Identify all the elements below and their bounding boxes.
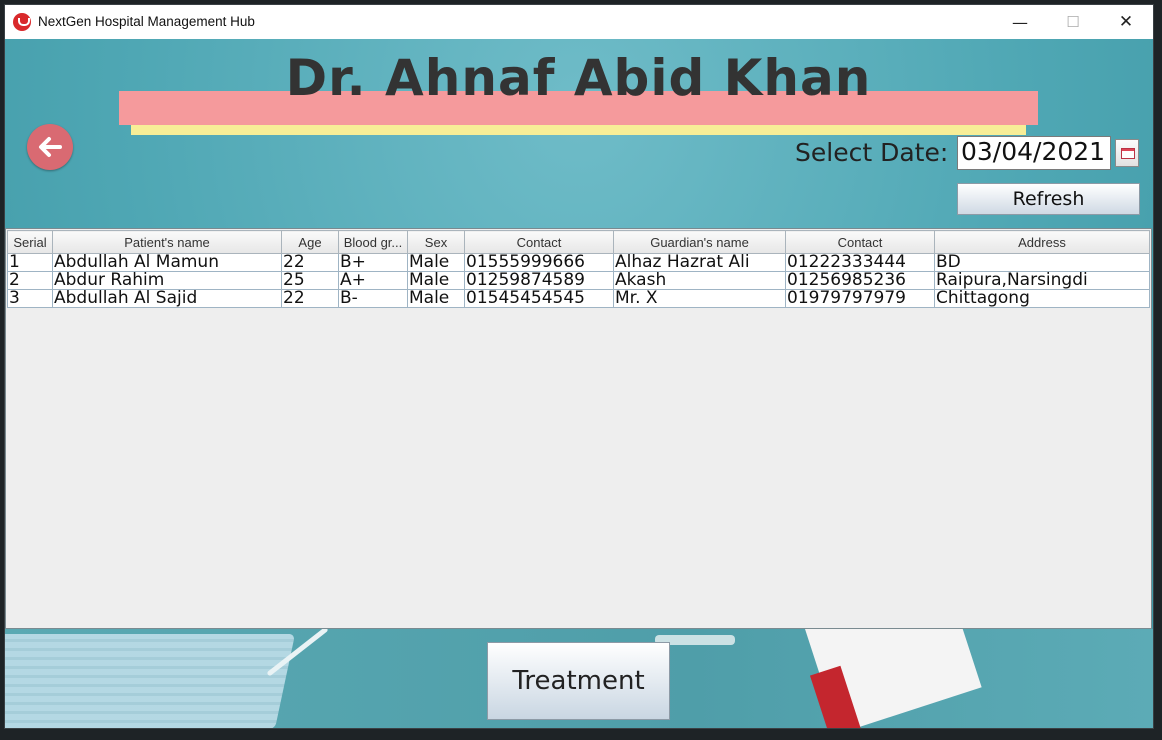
table-cell[interactable]: 25 bbox=[281, 271, 339, 290]
table-cell[interactable]: Abdullah Al Sajid bbox=[52, 289, 282, 308]
title-banner-yellow bbox=[131, 125, 1026, 135]
column-header-age[interactable]: Age bbox=[281, 230, 339, 254]
title-bar: NextGen Hospital Management Hub — ☐ ✕ bbox=[5, 5, 1153, 39]
calendar-icon bbox=[1121, 148, 1135, 159]
app-window: NextGen Hospital Management Hub — ☐ ✕ Dr… bbox=[5, 5, 1153, 728]
table-cell[interactable]: Male bbox=[407, 271, 465, 290]
window-title: NextGen Hospital Management Hub bbox=[38, 14, 255, 29]
table-cell[interactable]: A+ bbox=[338, 271, 408, 290]
column-header-address[interactable]: Address bbox=[934, 230, 1150, 254]
refresh-button[interactable]: Refresh bbox=[957, 183, 1140, 215]
table-cell[interactable]: BD bbox=[934, 253, 1150, 272]
table-cell[interactable]: Abdullah Al Mamun bbox=[52, 253, 282, 272]
bottom-background: Treatment bbox=[5, 629, 1153, 728]
table-row[interactable]: 2 Abdur Rahim 25 A+ Male 01259874589 Aka… bbox=[7, 271, 1150, 290]
table-cell[interactable]: 3 bbox=[7, 289, 53, 308]
table-cell[interactable]: Alhaz Hazrat Ali bbox=[613, 253, 786, 272]
table-cell[interactable]: 01256985236 bbox=[785, 271, 935, 290]
face-mask-image bbox=[5, 634, 296, 728]
table-cell[interactable]: 22 bbox=[281, 253, 339, 272]
table-row[interactable]: 1 Abdullah Al Mamun 22 B+ Male 015559996… bbox=[7, 253, 1150, 272]
table-cell[interactable]: 01979797979 bbox=[785, 289, 935, 308]
table-cell[interactable]: Mr. X bbox=[613, 289, 786, 308]
table-header-row: Serial Patient's name Age Blood gr... Se… bbox=[7, 230, 1150, 254]
table-cell[interactable]: 22 bbox=[281, 289, 339, 308]
doctor-name-heading: Dr. Ahnaf Abid Khan bbox=[285, 49, 872, 107]
column-header-serial[interactable]: Serial bbox=[7, 230, 53, 254]
close-button[interactable]: ✕ bbox=[1101, 5, 1151, 39]
table-cell[interactable]: B- bbox=[338, 289, 408, 308]
table-cell[interactable]: Male bbox=[407, 253, 465, 272]
table-cell[interactable]: B+ bbox=[338, 253, 408, 272]
table-cell[interactable]: 1 bbox=[7, 253, 53, 272]
column-header-patient-name[interactable]: Patient's name bbox=[52, 230, 282, 254]
patient-table[interactable]: Serial Patient's name Age Blood gr... Se… bbox=[7, 230, 1150, 308]
treatment-button[interactable]: Treatment bbox=[487, 642, 670, 720]
table-cell[interactable]: Chittagong bbox=[934, 289, 1150, 308]
table-cell[interactable]: 01259874589 bbox=[464, 271, 614, 290]
column-header-sex[interactable]: Sex bbox=[407, 230, 465, 254]
table-cell[interactable]: 01222333444 bbox=[785, 253, 935, 272]
maximize-button[interactable]: ☐ bbox=[1048, 5, 1098, 39]
table-cell[interactable]: Raipura,Narsingdi bbox=[934, 271, 1150, 290]
table-cell[interactable]: Abdur Rahim bbox=[52, 271, 282, 290]
table-cell[interactable]: 2 bbox=[7, 271, 53, 290]
patient-table-panel[interactable]: Serial Patient's name Age Blood gr... Se… bbox=[5, 228, 1152, 629]
table-cell[interactable]: 01545454545 bbox=[464, 289, 614, 308]
arrow-left-icon bbox=[39, 137, 62, 157]
table-cell[interactable]: Male bbox=[407, 289, 465, 308]
table-row[interactable]: 3 Abdullah Al Sajid 22 B- Male 015454545… bbox=[7, 289, 1150, 308]
column-header-guardian-name[interactable]: Guardian's name bbox=[613, 230, 786, 254]
back-button[interactable] bbox=[27, 124, 73, 170]
main-panel: Dr. Ahnaf Abid Khan Select Date: 03/04/2… bbox=[5, 39, 1153, 728]
table-cell[interactable]: 01555999666 bbox=[464, 253, 614, 272]
calendar-button[interactable] bbox=[1115, 139, 1139, 167]
minimize-button[interactable]: — bbox=[995, 5, 1045, 39]
select-date-label: Select Date: bbox=[795, 138, 949, 167]
column-header-contact[interactable]: Contact bbox=[464, 230, 614, 254]
table-cell[interactable]: Akash bbox=[613, 271, 786, 290]
column-header-guardian-contact[interactable]: Contact bbox=[785, 230, 935, 254]
app-logo-icon bbox=[13, 13, 31, 31]
column-header-blood-group[interactable]: Blood gr... bbox=[338, 230, 408, 254]
date-field[interactable]: 03/04/2021 bbox=[957, 136, 1111, 170]
